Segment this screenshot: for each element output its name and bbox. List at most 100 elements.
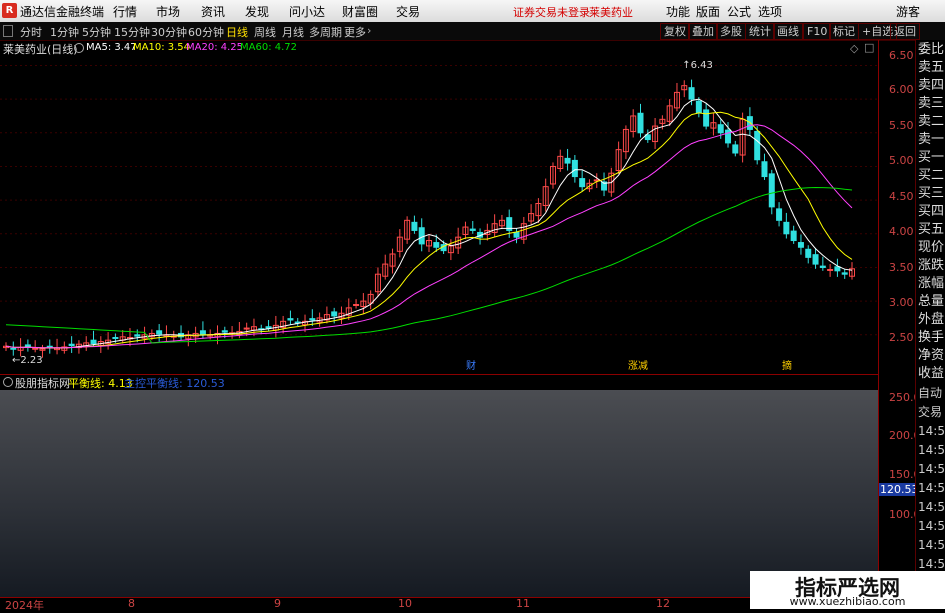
candle bbox=[688, 87, 695, 100]
candle bbox=[112, 336, 119, 339]
huaxian-button[interactable]: 画线 bbox=[773, 23, 803, 40]
quote-field-label: 卖三 bbox=[918, 96, 945, 111]
period-month[interactable]: 月线 bbox=[282, 24, 304, 40]
quote-field-label: 涨幅 bbox=[918, 276, 945, 291]
candle bbox=[703, 109, 710, 127]
candle bbox=[797, 242, 804, 248]
quote-field-label: 收益 bbox=[918, 366, 945, 381]
ma10-label: MA10: 3.54 bbox=[133, 42, 191, 53]
candle bbox=[783, 221, 790, 235]
candle bbox=[134, 334, 141, 337]
candle bbox=[790, 230, 797, 242]
candle bbox=[90, 339, 97, 345]
menu-item-xuanxiang[interactable]: 选项 bbox=[758, 3, 782, 20]
biaoji-button[interactable]: 标记 bbox=[829, 23, 859, 40]
indicator-header: 股朋指标网 平衡线: 4.13 主控平衡线: 120.53 bbox=[0, 374, 878, 390]
candle bbox=[199, 330, 206, 335]
settings-circle-icon[interactable] bbox=[74, 43, 84, 53]
period-fenshi[interactable]: 分时 bbox=[20, 24, 42, 40]
fuquan-button[interactable]: 复权 bbox=[660, 23, 690, 40]
candle bbox=[243, 327, 250, 330]
menu-item-hangqing[interactable]: 行情 bbox=[113, 3, 137, 20]
chevron-right-icon[interactable]: › bbox=[367, 24, 371, 37]
app-title: 通达信金融终端 bbox=[20, 5, 105, 19]
menu-item-shichang[interactable]: 市场 bbox=[156, 3, 180, 20]
ma20-label: MA20: 4.25 bbox=[186, 42, 244, 53]
indicator-settings-icon[interactable] bbox=[3, 377, 13, 387]
expand-icon[interactable]: □ bbox=[864, 41, 874, 54]
period-week[interactable]: 周线 bbox=[254, 24, 276, 40]
menu-bar: R 通达信金融终端 行情 市场 资讯 发现 问小达 财富圈 交易 证券交易未登录… bbox=[0, 0, 945, 23]
quote-field-label: 买五 bbox=[918, 222, 945, 237]
x-tick: 9 bbox=[274, 597, 281, 610]
quote-field-label: 换手 bbox=[918, 330, 945, 345]
x-tick: 12 bbox=[656, 597, 670, 610]
quote-field-label: 现价 bbox=[918, 240, 945, 255]
low-price-label: ←2.23 bbox=[12, 355, 43, 366]
trade-tick-label: 14:56 bbox=[918, 519, 945, 533]
menu-item-faxian[interactable]: 发现 bbox=[245, 3, 269, 20]
panel-toggle-icon[interactable] bbox=[3, 25, 13, 37]
kline-chart[interactable]: ↑6.43 ←2.23 财 涨减 摘 bbox=[0, 40, 878, 373]
menu-item-gongneng[interactable]: 功能 bbox=[666, 3, 690, 20]
duogu-button[interactable]: 多股 bbox=[716, 23, 746, 40]
trade-tick-label: 14:56 bbox=[918, 481, 945, 495]
app-logo-icon: R bbox=[2, 3, 17, 18]
current-value-tag: 120.53 bbox=[879, 483, 920, 496]
tongji-button[interactable]: 统计 bbox=[745, 23, 775, 40]
indicator-title[interactable]: 股朋指标网 bbox=[15, 375, 70, 391]
candle bbox=[156, 330, 163, 335]
candle bbox=[287, 318, 294, 321]
event-marker: 涨减 bbox=[628, 360, 648, 372]
trade-tick-label: 14:56 bbox=[918, 500, 945, 514]
high-price-label: ↑6.43 bbox=[682, 60, 713, 71]
trade-tick-label: 自动 bbox=[918, 386, 943, 400]
menu-item-jiaoyi[interactable]: 交易 bbox=[396, 3, 420, 20]
candle bbox=[717, 124, 724, 134]
quote-field-label: 卖四 bbox=[918, 78, 945, 93]
candle bbox=[265, 326, 272, 329]
candle bbox=[68, 343, 75, 347]
menu-item-zixun[interactable]: 资讯 bbox=[201, 3, 225, 20]
menu-item-banmian[interactable]: 版面 bbox=[696, 3, 720, 20]
trade-tick-label: 14:56 bbox=[918, 538, 945, 552]
menu-item-caifuquan[interactable]: 财富圈 bbox=[342, 3, 378, 20]
quote-field-label: 卖一 bbox=[918, 132, 945, 147]
quote-field-label: 总量 bbox=[918, 294, 945, 309]
period-1min[interactable]: 1分钟 bbox=[50, 24, 79, 40]
balance-line-label: 平衡线: 4.13 bbox=[68, 377, 133, 390]
period-60min[interactable]: 60分钟 bbox=[188, 24, 224, 40]
x-tick: 8 bbox=[128, 597, 135, 610]
period-multi[interactable]: 多周期 bbox=[309, 24, 342, 40]
y-tick: 3.00 bbox=[889, 296, 914, 309]
back-button[interactable]: 返回 bbox=[890, 23, 920, 40]
candle bbox=[579, 178, 586, 188]
date-axis: 2024年 8 9 10 11 12 bbox=[0, 597, 878, 612]
x-tick: 11 bbox=[516, 597, 530, 610]
x-tick: 2024年 bbox=[5, 599, 44, 612]
candle bbox=[819, 265, 826, 268]
period-day[interactable]: 日线 bbox=[226, 24, 248, 40]
candle bbox=[754, 130, 761, 161]
menu-item-wenxiaoda[interactable]: 问小达 bbox=[289, 3, 325, 20]
candle bbox=[513, 231, 520, 238]
y-tick: 2.50 bbox=[889, 331, 914, 344]
menu-item-gongshi[interactable]: 公式 bbox=[727, 3, 751, 20]
diejia-button[interactable]: 叠加 bbox=[688, 23, 718, 40]
period-30min[interactable]: 30分钟 bbox=[151, 24, 187, 40]
candle bbox=[695, 100, 702, 114]
user-label[interactable]: 游客 bbox=[896, 3, 920, 20]
candle bbox=[732, 144, 739, 154]
f10-button[interactable]: F10 bbox=[803, 23, 832, 40]
quote-field-label: 买二 bbox=[918, 168, 945, 183]
stock-name-title: 莱美药业 bbox=[589, 6, 633, 19]
period-more[interactable]: 更多 bbox=[344, 24, 366, 40]
ma-line-10 bbox=[5, 111, 853, 349]
quote-field-label: 买四 bbox=[918, 204, 945, 219]
indicator-panel[interactable] bbox=[0, 390, 878, 597]
diamond-icon[interactable]: ◇ bbox=[850, 42, 858, 55]
period-15min[interactable]: 15分钟 bbox=[114, 24, 150, 40]
trade-status[interactable]: 证券交易未登录 bbox=[513, 4, 590, 20]
candle bbox=[768, 173, 775, 208]
period-5min[interactable]: 5分钟 bbox=[82, 24, 111, 40]
